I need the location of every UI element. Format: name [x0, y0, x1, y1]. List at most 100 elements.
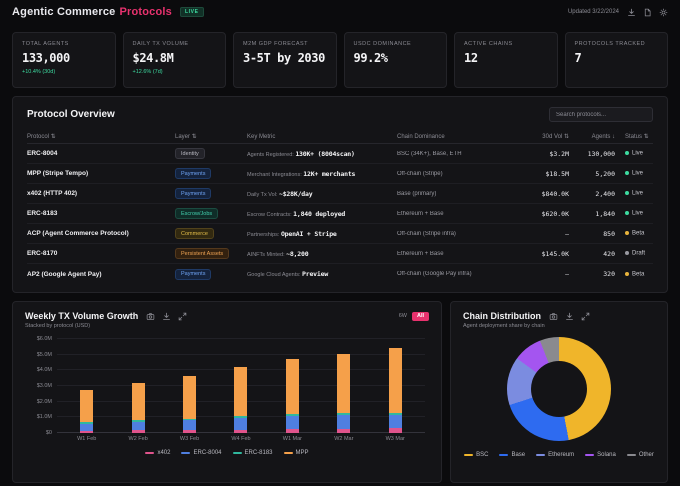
- bar-segment-erc-8004: [388, 415, 402, 429]
- legend-item-base[interactable]: Base: [499, 452, 525, 458]
- status-dot: [625, 251, 629, 256]
- column-header-protocol[interactable]: Protocol ⇅: [27, 133, 175, 140]
- layer-cell: Commerce: [175, 228, 247, 239]
- bar-w4-feb[interactable]: [234, 339, 248, 433]
- bar-segment-x402: [388, 428, 402, 433]
- bar-segment-erc-8004: [183, 420, 197, 430]
- status-dot: [625, 271, 629, 276]
- legend-item-bsc[interactable]: BSC: [464, 452, 488, 458]
- metric-value: OpenAI + Stripe: [280, 229, 337, 238]
- legend-label: Solana: [597, 452, 616, 458]
- legend-swatch: [181, 451, 191, 455]
- gear-icon[interactable]: [659, 8, 668, 17]
- chain-donut[interactable]: [507, 337, 611, 441]
- table-row[interactable]: ERC-8004 Identity Agents Registered: 130K+…: [27, 144, 653, 164]
- legend-swatch: [499, 453, 509, 457]
- layer-badge: Commerce: [175, 228, 214, 239]
- agents-cell: 2,400: [595, 189, 615, 198]
- vol-30d-cell: $620.0K: [541, 209, 569, 218]
- search-protocols-input[interactable]: [549, 107, 653, 122]
- camera-icon[interactable]: [549, 312, 558, 321]
- metric-value: ~$28K/day: [279, 189, 313, 198]
- legend-item-x402[interactable]: x402: [145, 450, 170, 456]
- top-bar-actions: Updated 3/22/2024: [568, 8, 668, 17]
- metric-label: Google Cloud Agents:: [247, 272, 303, 278]
- download-icon[interactable]: [565, 312, 574, 321]
- bar-w3-mar[interactable]: [388, 339, 402, 433]
- bar-w3-feb[interactable]: [183, 339, 197, 433]
- live-badge: LIVE: [179, 7, 204, 17]
- legend-swatch: [232, 451, 242, 455]
- table-row[interactable]: ERC-8170 Persistent Assets AINFTs Minted: …: [27, 244, 653, 264]
- bar-w1-mar[interactable]: [285, 339, 299, 433]
- chain-dominance-cell: BSC (34K+), Base, ETH: [397, 150, 462, 157]
- range-all-button[interactable]: All: [411, 311, 429, 321]
- legend-swatch: [464, 453, 474, 457]
- metric-value: 1,840 deployed: [293, 209, 346, 218]
- table-row[interactable]: MPP (Stripe Tempo) Payments Merchant Integ…: [27, 164, 653, 184]
- protocol-name: AP2 (Google Agent Pay): [27, 270, 102, 278]
- status-badge: Beta: [632, 270, 645, 277]
- column-header-key-metric[interactable]: Key Metric: [247, 134, 397, 140]
- legend-item-erc-8183[interactable]: ERC-8183: [232, 450, 273, 456]
- download-icon[interactable]: [627, 8, 636, 17]
- bar-xlabels: W1 Feb W2 Feb W3 Feb W4 Feb W1 Mar W2 Mar W3 M…: [57, 436, 425, 442]
- download-icon[interactable]: [162, 312, 171, 321]
- column-header-status[interactable]: Status ⇅: [615, 133, 655, 140]
- chain-distribution-card: Chain Distribution Agent deployment shar…: [450, 301, 668, 483]
- expand-icon[interactable]: [581, 312, 590, 321]
- bar-segment-erc-8004: [285, 415, 299, 430]
- document-icon[interactable]: [643, 8, 652, 17]
- expand-icon[interactable]: [178, 312, 187, 321]
- x-axis-label: W1 Feb: [77, 436, 97, 442]
- bar-segment-x402: [80, 430, 94, 433]
- table-row[interactable]: ERC-8183 Escrow/Jobs Escrow Contracts: 1,8…: [27, 204, 653, 224]
- bar-w1-feb[interactable]: [80, 339, 94, 433]
- stat-delta: +12.6% (7d): [132, 69, 163, 75]
- legend-item-erc-8004[interactable]: ERC-8004: [181, 450, 222, 456]
- tx-chart-title: Weekly TX Volume Growth: [25, 311, 139, 321]
- chain-chart-subtitle: Agent deployment share by chain: [463, 323, 545, 329]
- metric-label: Agents Registered:: [247, 151, 296, 158]
- status-cell: Beta: [615, 271, 655, 278]
- column-header-chain-dominance[interactable]: Chain Dominance: [397, 134, 517, 140]
- page-title-accent: Protocols: [119, 6, 172, 18]
- bar-segment-erc-8004: [234, 417, 248, 430]
- stat-value: 99.2%: [353, 51, 389, 65]
- column-header-agents[interactable]: Agents ↓: [569, 134, 615, 140]
- status-badge: Live: [632, 190, 644, 197]
- bar-segment-mpp: [80, 389, 94, 423]
- legend-label: ERC-8004: [193, 450, 222, 456]
- table-row[interactable]: x402 (HTTP 402) Payments Daily Tx Vol: ~$2…: [27, 184, 653, 204]
- stat-label: PROTOCOLS TRACKED: [574, 41, 646, 47]
- chain-dominance-cell: Off-chain (Stripe infra): [397, 230, 456, 237]
- camera-icon[interactable]: [146, 312, 155, 321]
- legend-swatch: [585, 453, 595, 457]
- legend-label: BSC: [476, 452, 489, 458]
- y-axis-tick: $6.0M: [36, 336, 52, 342]
- chain-dominance-cell: Off-chain (Google Pay infra): [397, 271, 472, 277]
- bar-w2-feb[interactable]: [131, 339, 145, 433]
- stat-label: M2M GDP FORECAST: [243, 41, 309, 47]
- range-6w-button[interactable]: 6W: [399, 313, 407, 319]
- stat-delta: +10.4% (30d): [22, 69, 56, 75]
- column-header-layer[interactable]: Layer ⇅: [175, 133, 247, 140]
- legend-item-solana[interactable]: Solana: [585, 452, 616, 458]
- bar-slot: [318, 339, 369, 433]
- legend-item-ethereum[interactable]: Ethereum: [536, 452, 574, 458]
- table-header-row: Protocol ⇅ Layer ⇅ Key Metric Chain Dominan…: [27, 130, 653, 144]
- bar-w2-mar[interactable]: [337, 339, 351, 433]
- bar-segment-mpp: [337, 353, 351, 413]
- legend-item-other[interactable]: Other: [626, 452, 654, 458]
- table-row[interactable]: AP2 (Google Agent Pay) Payments Google Clo…: [27, 264, 653, 284]
- stat-card-2: M2M GDP FORECAST 3-5T by 2030: [233, 32, 337, 88]
- legend-label: Base: [511, 452, 526, 458]
- layer-badge: Persistent Assets: [175, 248, 230, 259]
- bar-legend: x402 ERC-8004 ERC-8183 MPP: [25, 450, 429, 456]
- stat-value: 12: [464, 51, 478, 65]
- key-metric-cell: Google Cloud Agents: Preview: [247, 270, 397, 278]
- column-header-30d-vol[interactable]: 30d Vol ⇅: [517, 133, 569, 140]
- top-bar: Agentic Commerce Protocols LIVE Updated …: [0, 0, 680, 24]
- legend-item-mpp[interactable]: MPP: [283, 450, 309, 456]
- table-row[interactable]: ACP (Agent Commerce Protocol) Commerce Par…: [27, 224, 653, 244]
